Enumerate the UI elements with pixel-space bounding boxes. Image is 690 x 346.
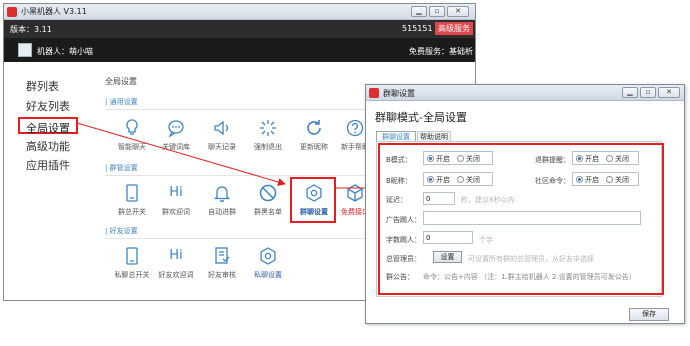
radio-dot-icon: [606, 176, 613, 183]
minimize-button[interactable]: ▁: [411, 6, 427, 17]
version-label: 版本：3.11: [10, 25, 52, 34]
hi-icon: Hi: [169, 185, 183, 200]
main-titlebar: 小黑机器人 V3.11 ▁ ▫ ✕: [4, 4, 475, 20]
admin-hint: 可设置所有群的总管理员，从好友中选择: [468, 255, 594, 263]
ad-kick-label: 广告踢人：: [386, 216, 421, 224]
main-window-title: 小黑机器人 V3.11: [21, 7, 87, 16]
app-logo-icon: [369, 88, 379, 98]
delay-label: 延迟：: [386, 196, 407, 204]
radio-dot-icon: [427, 155, 434, 162]
sidebar-item-advanced[interactable]: 高级功能: [26, 138, 70, 154]
section-label-general: | 通用设置: [105, 98, 138, 106]
highlight-box: [290, 177, 336, 223]
bulb-icon: [126, 119, 138, 135]
delay-input[interactable]: [423, 192, 455, 205]
maximize-button[interactable]: ▫: [640, 87, 656, 98]
word-kick-hint: 个字: [479, 236, 493, 244]
quit-notify-label: 退群提醒：: [535, 156, 570, 164]
b-mode-off-radio[interactable]: 关闭: [457, 154, 480, 164]
document-icon: [215, 247, 230, 264]
robot-avatar: [18, 43, 32, 57]
item-label: 私聊设置: [254, 271, 282, 279]
community-cmd-label: 社区命令：: [535, 177, 570, 185]
block-icon: [259, 184, 277, 202]
dialog-titlebar: 群聊设置 ▁ ▫ ✕: [366, 85, 684, 101]
close-button[interactable]: ✕: [658, 87, 680, 98]
close-button[interactable]: ✕: [447, 6, 469, 17]
radio-dot-icon: [606, 155, 613, 162]
gear-icon: [260, 247, 276, 265]
word-kick-label: 字数踢人：: [386, 236, 421, 244]
chat-bubble-icon: [168, 120, 184, 138]
b-nick-label: B昵称：: [386, 177, 412, 185]
b-nick-off-radio[interactable]: 关闭: [457, 175, 480, 185]
notice-label: 群公告：: [386, 273, 414, 281]
ad-kick-input[interactable]: [423, 211, 641, 225]
section-label-group: | 群管设置: [105, 164, 138, 172]
account-id: 515151: [402, 24, 433, 33]
sidebar-item-global-settings[interactable]: 全局设置: [18, 117, 78, 135]
phone-icon: [126, 247, 138, 265]
b-nick-on-radio[interactable]: 开启: [427, 175, 450, 185]
refresh-icon: [307, 120, 321, 135]
bell-icon: [213, 186, 231, 203]
delay-hint: 秒，建议8秒以内: [461, 196, 515, 204]
app-logo-icon: [7, 7, 17, 17]
hi-icon: Hi: [169, 248, 183, 263]
minimize-button[interactable]: ▁: [622, 87, 638, 98]
sidebar-item-plugins[interactable]: 应用插件: [26, 157, 70, 173]
item-private-settings[interactable]: 私聊设置: [241, 246, 295, 280]
b-mode-label: B模式：: [386, 156, 412, 164]
word-kick-input[interactable]: [423, 231, 473, 244]
help-icon: [346, 119, 364, 137]
community-cmd-off-radio[interactable]: 关闭: [606, 175, 629, 185]
speaker-icon: [214, 120, 228, 136]
dialog-heading: 群聊模式-全局设置: [375, 111, 467, 124]
save-button[interactable]: 保存: [629, 308, 669, 321]
cube-icon: [347, 184, 363, 202]
phone-icon: [126, 184, 138, 202]
maximize-button[interactable]: ▫: [429, 6, 445, 17]
radio-dot-icon: [576, 155, 583, 162]
radio-dot-icon: [427, 176, 434, 183]
section-label-friend: | 好友设置: [105, 227, 138, 235]
sidebar-item-friend-list[interactable]: 好友列表: [26, 98, 70, 114]
notice-text: 命令：公告+内容 （注：1.群主给机器人 2.设置的管理员可发公告）: [423, 273, 636, 281]
page-title: 全局设置: [105, 77, 137, 86]
robot-bar: 机器人：萌小喵 免费服务：基础析: [4, 38, 475, 62]
radio-dot-icon: [576, 176, 583, 183]
admin-label: 总管理员：: [386, 255, 421, 263]
admin-setup-button[interactable]: 设置: [433, 251, 462, 263]
version-bar: 版本：3.11 515151 高级服务: [4, 20, 475, 38]
vip-service-button[interactable]: 高级服务: [435, 22, 473, 35]
dialog-title: 群聊设置: [383, 89, 415, 98]
quit-notify-off-radio[interactable]: 关闭: [606, 154, 629, 164]
service-label: 免费服务：基础析: [409, 47, 473, 56]
b-mode-on-radio[interactable]: 开启: [427, 154, 450, 164]
spinner-icon: [260, 120, 276, 136]
robot-name: 机器人：萌小喵: [37, 47, 93, 56]
community-cmd-on-radio[interactable]: 开启: [576, 175, 599, 185]
quit-notify-on-radio[interactable]: 开启: [576, 154, 599, 164]
radio-dot-icon: [457, 155, 464, 162]
sidebar: 群列表 好友列表 全局设置 高级功能 应用插件: [4, 62, 89, 300]
radio-dot-icon: [457, 176, 464, 183]
sidebar-item-group-list[interactable]: 群列表: [26, 78, 59, 94]
group-chat-settings-dialog: 群聊设置 ▁ ▫ ✕ 群聊模式-全局设置 群聊设置 帮助说明 B模式： 开启 关…: [365, 84, 685, 324]
